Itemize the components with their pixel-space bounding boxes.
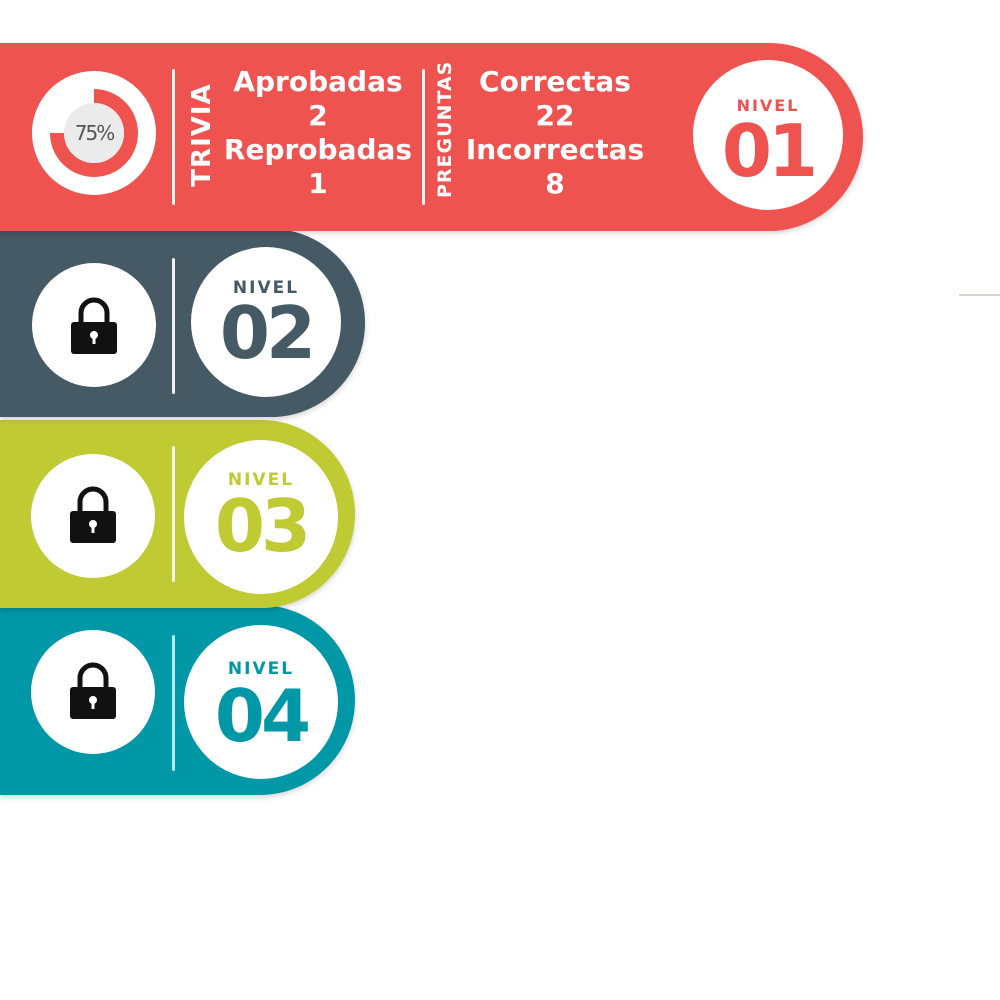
aprobadas-value: 2 bbox=[308, 99, 328, 132]
progress-percent: 75% bbox=[74, 121, 115, 145]
level-2-divider bbox=[172, 258, 175, 394]
level-2-badge: NIVEL 02 bbox=[191, 247, 341, 397]
lock-circle bbox=[31, 454, 155, 578]
level-1-divider-b bbox=[422, 69, 425, 205]
nivel-number: 01 bbox=[721, 109, 818, 193]
level-3-card[interactable]: NIVEL 03 bbox=[0, 420, 355, 608]
lock-circle bbox=[31, 630, 155, 754]
level-1-badge: NIVEL 01 bbox=[693, 60, 843, 210]
reprobadas-label: Reprobadas bbox=[223, 133, 413, 166]
nivel-number: 04 bbox=[214, 674, 311, 758]
lock-icon bbox=[70, 662, 116, 719]
lock-icon bbox=[71, 297, 117, 354]
level-1-divider-a bbox=[172, 69, 175, 205]
level-3-badge: NIVEL 03 bbox=[184, 440, 338, 594]
level-4-card[interactable]: NIVEL 04 bbox=[0, 605, 355, 795]
progress-circle: 75% bbox=[32, 71, 156, 195]
nivel-number: 02 bbox=[219, 291, 316, 375]
lock-circle bbox=[32, 263, 156, 387]
correctas-value: 22 bbox=[535, 99, 575, 132]
level-2-card[interactable]: NIVEL 02 bbox=[0, 229, 365, 417]
level-4-divider bbox=[172, 635, 175, 771]
incorrectas-label: Incorrectas bbox=[465, 133, 645, 166]
level-4-badge: NIVEL 04 bbox=[184, 625, 338, 779]
reprobadas-value: 1 bbox=[308, 167, 328, 200]
trivia-label: TRIVIA bbox=[187, 83, 217, 187]
preguntas-label: PREGUNTAS bbox=[434, 60, 456, 198]
level-1-card[interactable]: 75% TRIVIA Aprobadas 2 Reprobadas 1 PREG… bbox=[0, 43, 863, 231]
aprobadas-label: Aprobadas bbox=[233, 65, 403, 98]
incorrectas-value: 8 bbox=[545, 167, 565, 200]
nivel-number: 03 bbox=[214, 484, 311, 568]
correctas-label: Correctas bbox=[479, 65, 631, 98]
lock-icon bbox=[70, 486, 116, 543]
level-3-divider bbox=[172, 446, 175, 582]
divider-line bbox=[959, 294, 1000, 296]
